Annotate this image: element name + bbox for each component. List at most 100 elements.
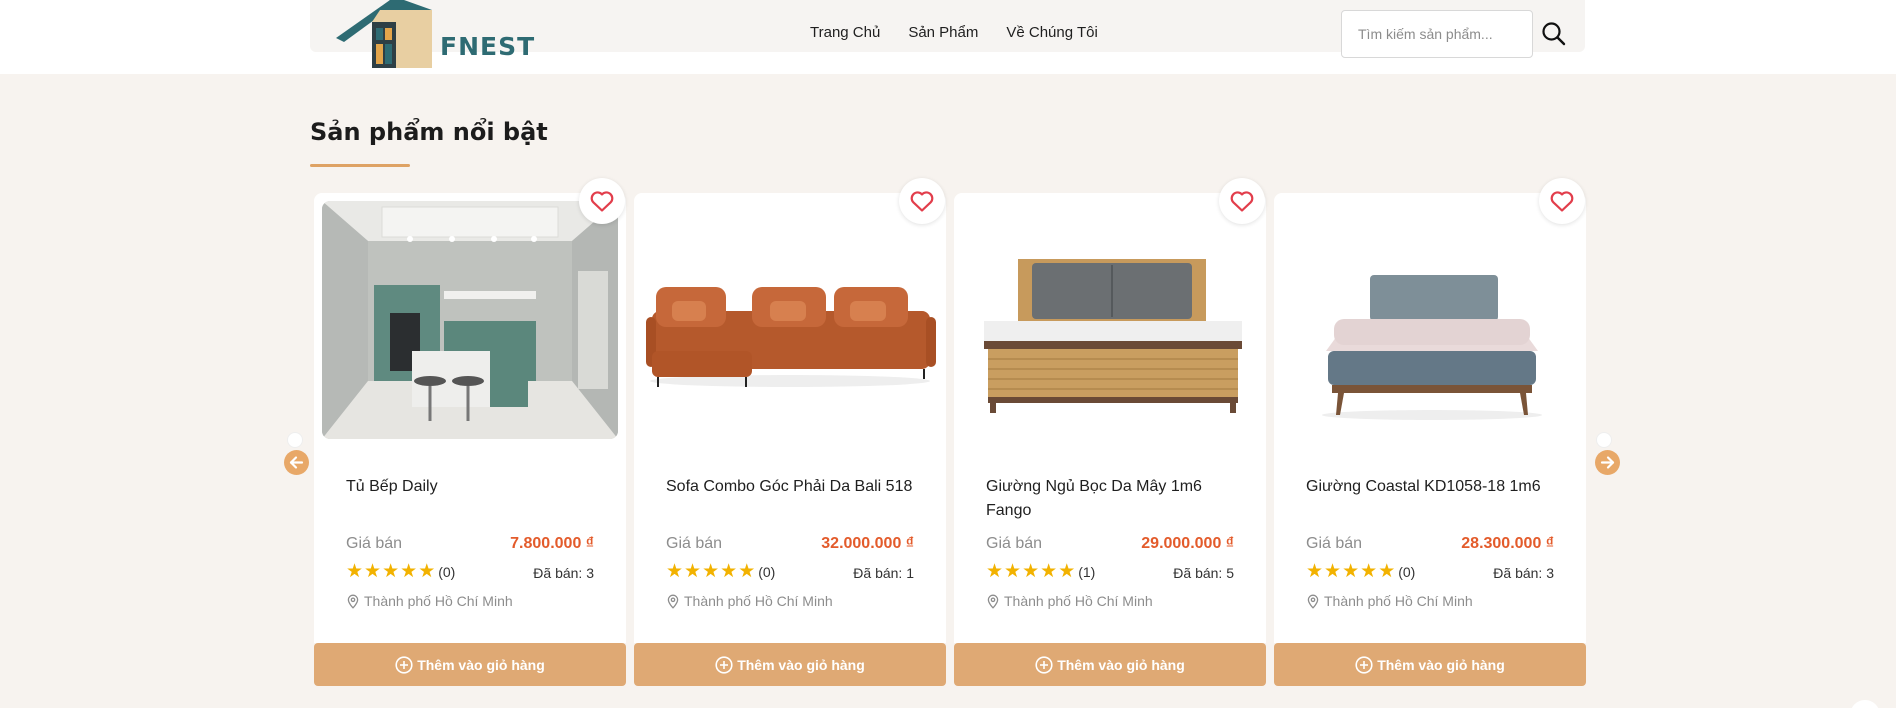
add-to-cart-label: Thêm vào giỏ hàng (1057, 656, 1185, 673)
house-logo-icon (336, 0, 432, 68)
price-label: Giá bán (1306, 535, 1363, 552)
location-text: Thành phố Hồ Chí Minh (364, 593, 513, 609)
floating-button[interactable] (1850, 700, 1880, 708)
nav-home[interactable]: Trang Chủ (810, 24, 880, 41)
star-icon: ★ (1378, 561, 1396, 582)
wishlist-button[interactable] (579, 178, 625, 224)
search-input[interactable] (1342, 11, 1532, 57)
card-body: Giường Ngủ Bọc Da Mây 1m6 Fango Giá bán … (954, 193, 1266, 643)
arrow-right-icon (1600, 456, 1615, 469)
rating-count: (1) (1078, 564, 1096, 580)
title-underline (310, 164, 410, 167)
location: Thành phố Hồ Chí Minh (346, 593, 513, 609)
product-image-coastal-bed[interactable] (1282, 201, 1578, 439)
product-name[interactable]: Tủ Bếp Daily (346, 475, 606, 499)
star-icon: ★ (1360, 561, 1378, 582)
site-header: FNEST Trang Chủ Sản Phẩm Về Chúng Tôi (0, 0, 1896, 74)
price-label: Giá bán (346, 535, 403, 552)
add-to-cart-label: Thêm vào giỏ hàng (417, 656, 545, 673)
star-icon: ★ (986, 561, 1004, 582)
heart-icon (1550, 191, 1574, 212)
carousel-next-button[interactable] (1595, 450, 1620, 475)
nav-about[interactable]: Về Chúng Tôi (1006, 24, 1097, 41)
star-icon: ★ (684, 561, 702, 582)
product-price: 7.800.000 ₫ (510, 535, 594, 552)
section-title: Sản phẩm nổi bật (310, 118, 548, 146)
card-body: Tủ Bếp Daily Giá bán 7.800.000 ₫ ★ ★ ★ ★ ★ (… (314, 193, 626, 643)
nav-products[interactable]: Sản Phẩm (908, 24, 978, 41)
product-price: 29.000.000 ₫ (1141, 535, 1234, 552)
location: Thành phố Hồ Chí Minh (1306, 593, 1473, 609)
carousel-prev-button[interactable] (284, 450, 309, 475)
rating: ★ ★ ★ ★ ★ (1) (986, 562, 1095, 582)
plus-circle-icon (395, 655, 413, 674)
product-price: 28.300.000 ₫ (1461, 535, 1554, 552)
search-box (1341, 10, 1533, 58)
search-icon (1542, 22, 1566, 46)
product-name[interactable]: Giường Coastal KD1058-18 1m6 (1306, 475, 1566, 499)
star-icon: ★ (418, 561, 436, 582)
plus-circle-icon (1035, 655, 1053, 674)
product-card[interactable]: Giường Coastal KD1058-18 1m6 Giá bán 28.… (1274, 178, 1586, 686)
wishlist-button[interactable] (1539, 178, 1585, 224)
card-body: Sofa Combo Góc Phải Da Bali 518 Giá bán … (634, 193, 946, 643)
card-body: Giường Coastal KD1058-18 1m6 Giá bán 28.… (1274, 193, 1586, 643)
add-to-cart-button[interactable]: Thêm vào giỏ hàng (634, 643, 946, 686)
main-nav: Trang Chủ Sản Phẩm Về Chúng Tôi (810, 24, 1126, 41)
rating-count: (0) (1398, 564, 1416, 580)
star-icon: ★ (1324, 561, 1342, 582)
product-card[interactable]: Tủ Bếp Daily Giá bán 7.800.000 ₫ ★ ★ ★ ★ ★ (… (314, 178, 626, 686)
star-icon: ★ (1040, 561, 1058, 582)
rating: ★ ★ ★ ★ ★ (0) (1306, 562, 1415, 582)
search-button[interactable] (1540, 20, 1568, 48)
location-pin-icon (1307, 594, 1319, 609)
rating: ★ ★ ★ ★ ★ (0) (666, 562, 775, 582)
product-image-rattan-bed[interactable] (962, 201, 1258, 439)
price-label: Giá bán (986, 535, 1043, 552)
location-text: Thành phố Hồ Chí Minh (684, 593, 833, 609)
sold-count: Đã bán: 3 (533, 565, 594, 581)
add-to-cart-label: Thêm vào giỏ hàng (737, 656, 865, 673)
product-card[interactable]: Giường Ngủ Bọc Da Mây 1m6 Fango Giá bán … (954, 178, 1266, 686)
brand-name: FNEST (440, 32, 536, 61)
location-text: Thành phố Hồ Chí Minh (1004, 593, 1153, 609)
add-to-cart-button[interactable]: Thêm vào giỏ hàng (954, 643, 1266, 686)
product-name[interactable]: Giường Ngủ Bọc Da Mây 1m6 Fango (986, 475, 1246, 523)
star-icon: ★ (364, 561, 382, 582)
location: Thành phố Hồ Chí Minh (666, 593, 833, 609)
prev-arrow-ghost (287, 432, 303, 448)
location-pin-icon (667, 594, 679, 609)
rating-count: (0) (758, 564, 776, 580)
product-name[interactable]: Sofa Combo Góc Phải Da Bali 518 (666, 475, 926, 499)
star-icon: ★ (346, 561, 364, 582)
location-pin-icon (347, 594, 359, 609)
location: Thành phố Hồ Chí Minh (986, 593, 1153, 609)
wishlist-button[interactable] (1219, 178, 1265, 224)
wishlist-button[interactable] (899, 178, 945, 224)
plus-circle-icon (1355, 655, 1373, 674)
price-label: Giá bán (666, 535, 723, 552)
product-card[interactable]: Sofa Combo Góc Phải Da Bali 518 Giá bán … (634, 178, 946, 686)
add-to-cart-button[interactable]: Thêm vào giỏ hàng (1274, 643, 1586, 686)
product-image-kitchen[interactable] (322, 201, 618, 439)
add-to-cart-label: Thêm vào giỏ hàng (1377, 656, 1505, 673)
arrow-left-icon (289, 456, 304, 469)
product-image-sofa[interactable] (642, 201, 938, 439)
star-icon: ★ (738, 561, 756, 582)
next-arrow-ghost (1596, 432, 1612, 448)
sold-count: Đã bán: 3 (1493, 565, 1554, 581)
location-pin-icon (987, 594, 999, 609)
add-to-cart-button[interactable]: Thêm vào giỏ hàng (314, 643, 626, 686)
star-icon: ★ (1306, 561, 1324, 582)
heart-icon (1230, 191, 1254, 212)
star-icon: ★ (1004, 561, 1022, 582)
sold-count: Đã bán: 5 (1173, 565, 1234, 581)
star-icon: ★ (720, 561, 738, 582)
star-icon: ★ (1022, 561, 1040, 582)
star-icon: ★ (1058, 561, 1076, 582)
rating: ★ ★ ★ ★ ★ (0) (346, 562, 455, 582)
sold-count: Đã bán: 1 (853, 565, 914, 581)
rating-count: (0) (438, 564, 456, 580)
heart-icon (910, 191, 934, 212)
location-text: Thành phố Hồ Chí Minh (1324, 593, 1473, 609)
